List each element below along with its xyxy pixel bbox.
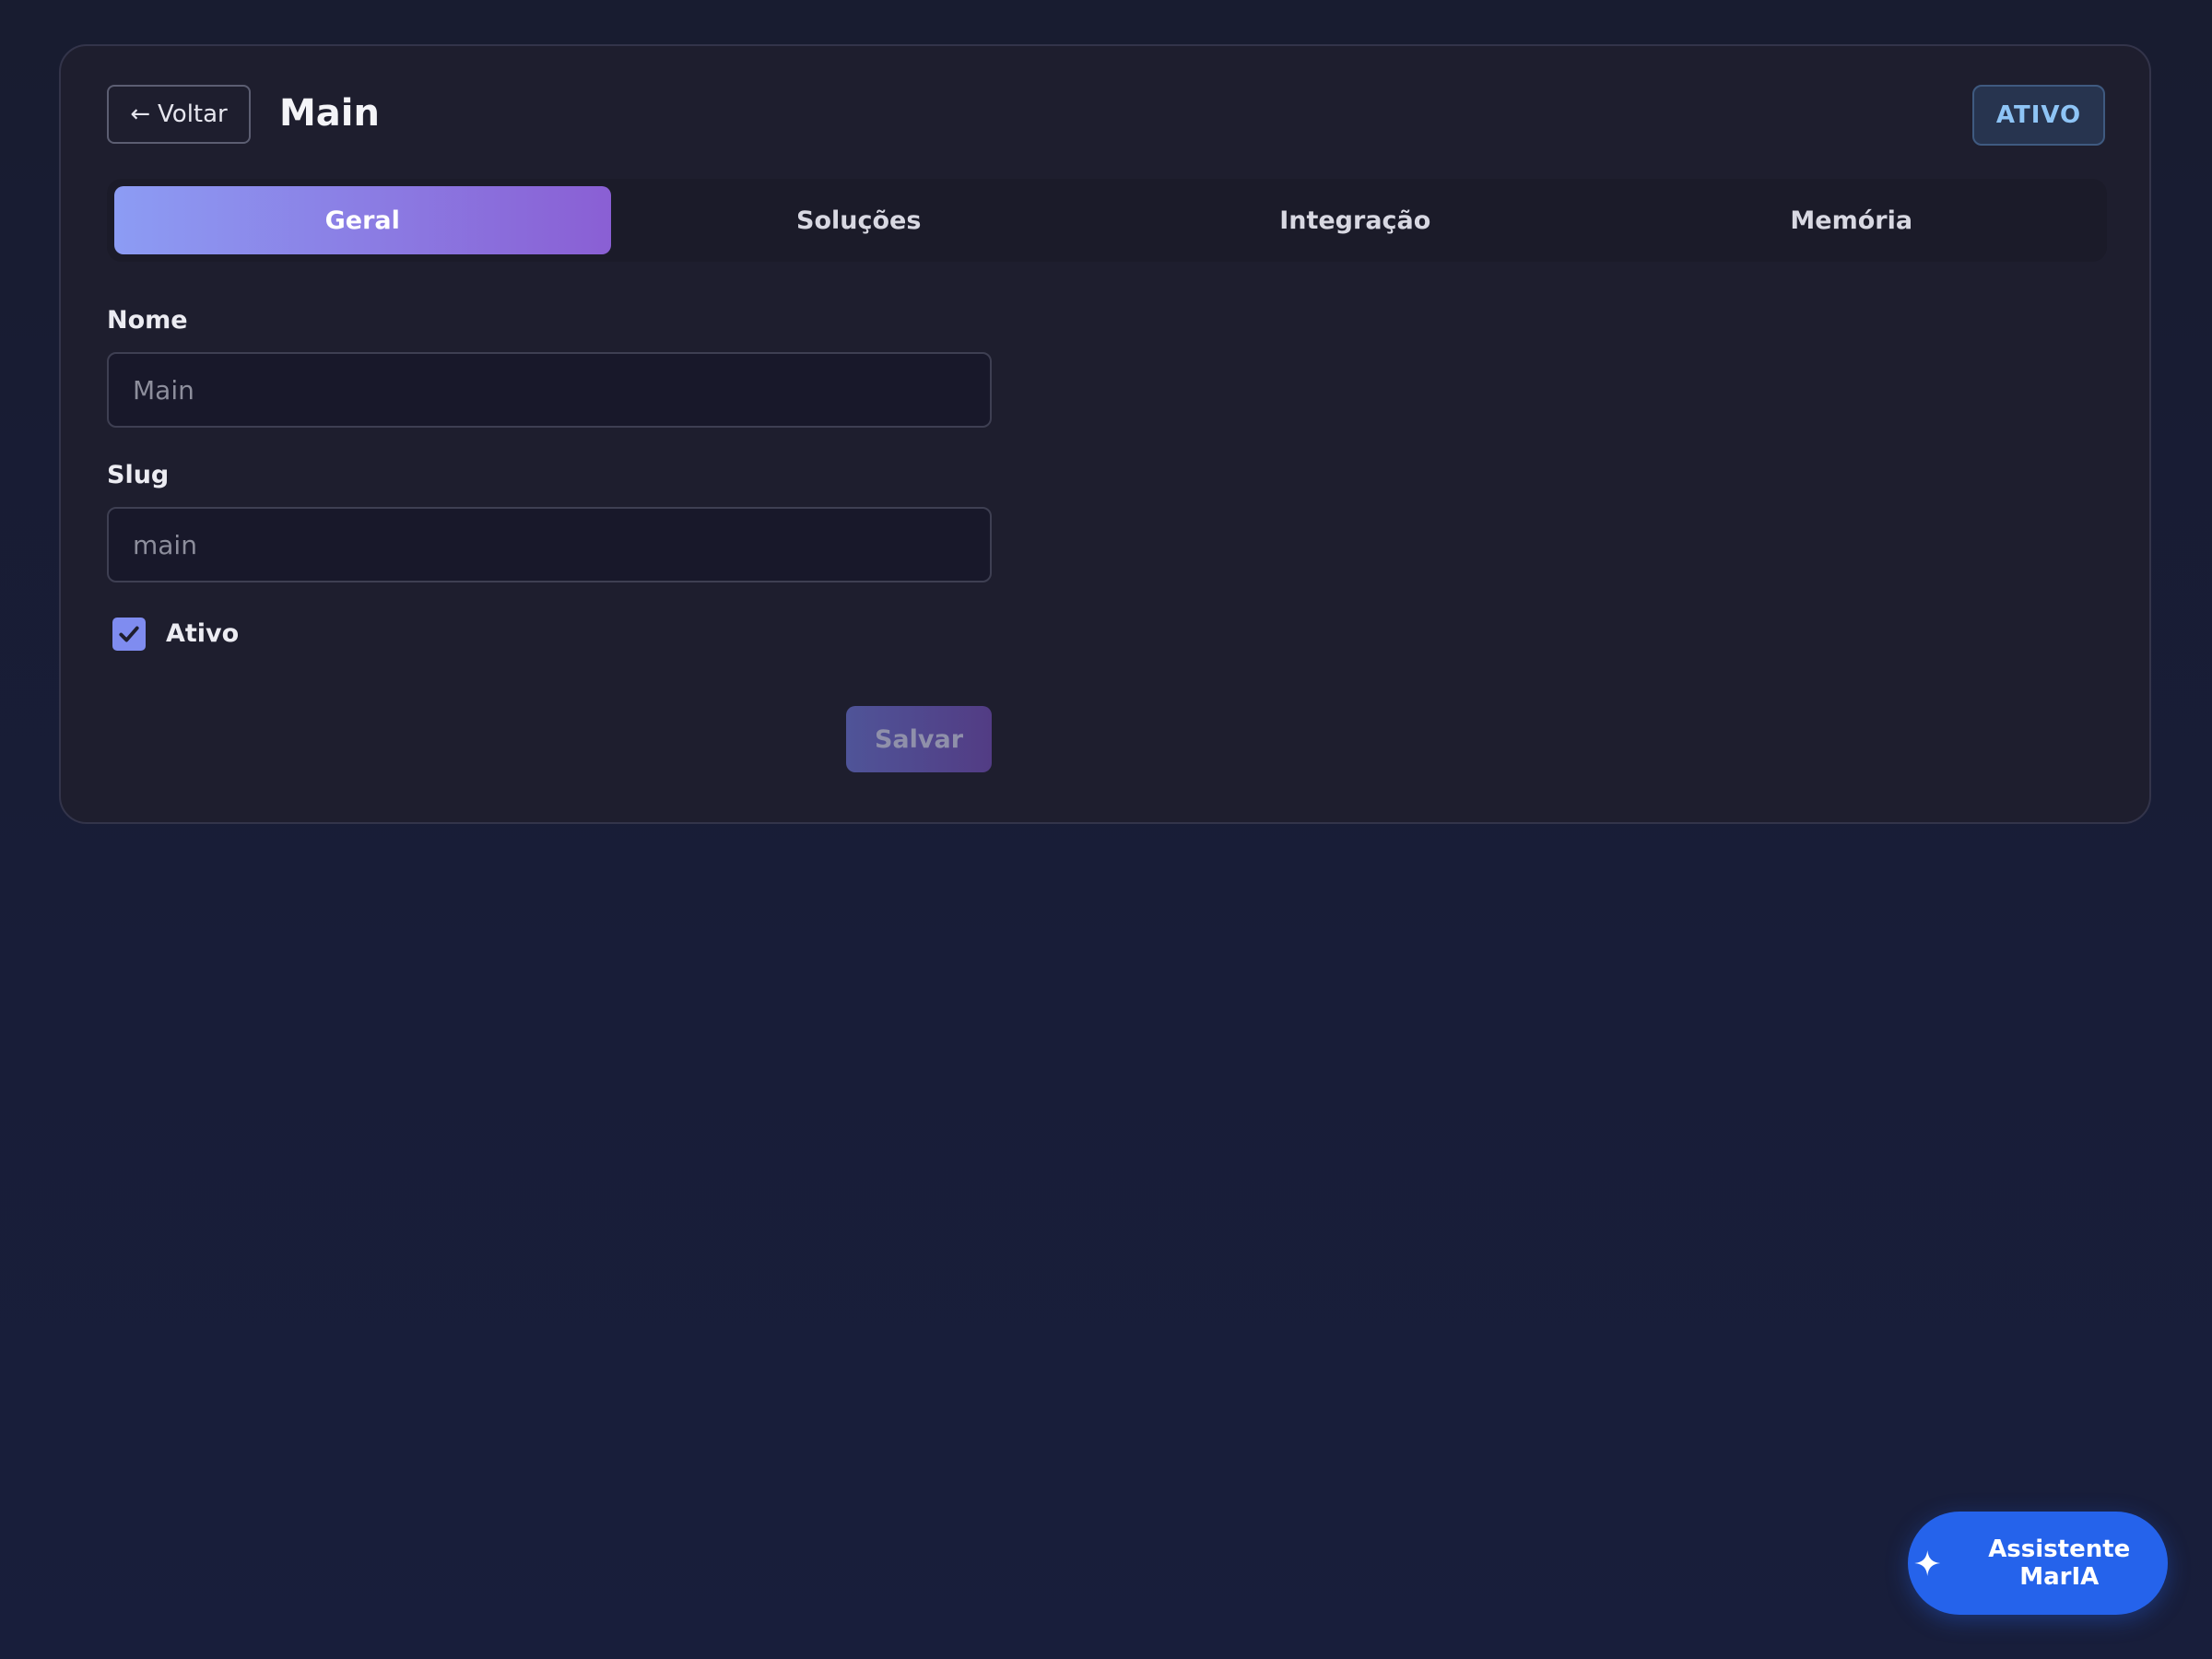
status-badge: ATIVO <box>1972 85 2105 146</box>
tab-solucoes[interactable]: Soluções <box>611 186 1108 254</box>
back-button[interactable]: ← Voltar <box>107 85 251 144</box>
tab-integracao[interactable]: Integração <box>1107 186 1604 254</box>
back-button-label: Voltar <box>158 100 228 128</box>
tab-memoria[interactable]: Memória <box>1604 186 2100 254</box>
assistant-button-label: Assistente MarIA <box>1988 1535 2131 1591</box>
assistant-button[interactable]: Assistente MarIA <box>1908 1512 2168 1615</box>
slug-input[interactable] <box>107 507 992 582</box>
name-input[interactable] <box>107 352 992 428</box>
page-title: Main <box>279 92 380 135</box>
sparkle-icon <box>1914 1550 1941 1576</box>
settings-card: ← Voltar Main ATIVO Geral Soluções Integ… <box>59 44 2151 824</box>
slug-label: Slug <box>107 461 170 489</box>
name-label: Nome <box>107 306 188 335</box>
save-button[interactable]: Salvar <box>846 706 992 772</box>
checkmark-icon <box>119 626 139 642</box>
tab-bar: Geral Soluções Integração Memória <box>107 179 2107 262</box>
arrow-left-icon: ← <box>130 100 151 128</box>
tab-geral[interactable]: Geral <box>114 186 611 254</box>
active-checkbox-label: Ativo <box>166 619 240 648</box>
active-checkbox[interactable] <box>112 618 146 651</box>
